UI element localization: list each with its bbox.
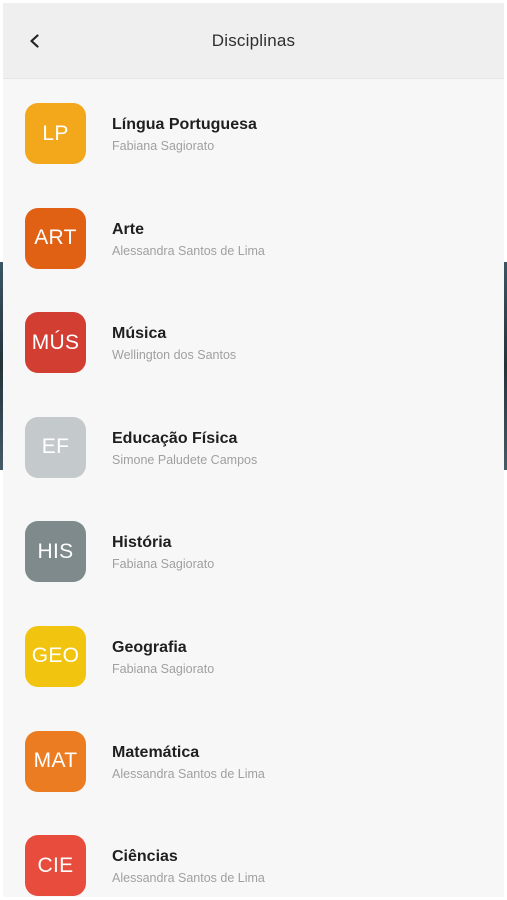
subject-name: Matemática <box>112 743 200 761</box>
subject-badge: GEO <box>25 625 86 687</box>
subject-badge: ART <box>25 207 86 269</box>
subject-teacher: Fabiana Sagiorato <box>112 557 215 572</box>
subject-item[interactable]: LP Língua Portuguesa Fabiana Sagiorato <box>3 97 504 202</box>
subject-item[interactable]: MAT Matemática Alessandra Santos de Lima <box>3 725 504 830</box>
subject-badge: CIE <box>25 835 86 897</box>
subject-name: Ciências <box>112 848 178 866</box>
subject-item[interactable]: ART Arte Alessandra Santos de Lima <box>3 202 504 307</box>
subject-name: História <box>112 534 172 552</box>
subject-item[interactable]: MÚS Música Wellington dos Santos <box>3 306 504 411</box>
subject-name: Língua Portuguesa <box>112 116 257 133</box>
subject-item[interactable]: CIE Ciências Alessandra Santos de Lima <box>3 829 504 897</box>
subject-name: Geografia <box>112 638 187 656</box>
subject-item[interactable]: GEO Geografia Fabiana Sagiorato <box>3 620 504 725</box>
subject-badge: MAT <box>25 730 86 792</box>
subject-teacher: Alessandra Santos de Lima <box>112 766 265 781</box>
subject-teacher: Fabiana Sagiorato <box>112 661 215 676</box>
subject-teacher: Simone Paludete Campos <box>112 452 258 467</box>
subject-badge: EF <box>25 416 86 478</box>
subject-teacher: Alessandra Santos de Lima <box>112 871 265 886</box>
subject-badge: MÚS <box>25 312 86 374</box>
subject-name: Música <box>112 325 167 343</box>
app-screen: Disciplinas LP Língua Portuguesa Fabiana… <box>3 3 504 897</box>
page-title: Disciplinas <box>211 31 296 50</box>
top-bar: Disciplinas <box>3 3 504 79</box>
subject-item[interactable]: HIS História Fabiana Sagiorato <box>3 515 504 620</box>
subject-teacher: Wellington dos Santos <box>112 348 237 363</box>
subject-name: Arte <box>112 220 145 238</box>
subject-badge: LP <box>25 103 86 164</box>
subject-teacher: Fabiana Sagiorato <box>112 139 215 153</box>
subject-badge: HIS <box>25 521 86 583</box>
subject-list: LP Língua Portuguesa Fabiana Sagiorato A… <box>3 97 504 897</box>
subject-teacher: Alessandra Santos de Lima <box>112 243 265 258</box>
subject-item[interactable]: EF Educação Física Simone Paludete Campo… <box>3 411 504 516</box>
subject-name: Educação Física <box>112 429 238 447</box>
